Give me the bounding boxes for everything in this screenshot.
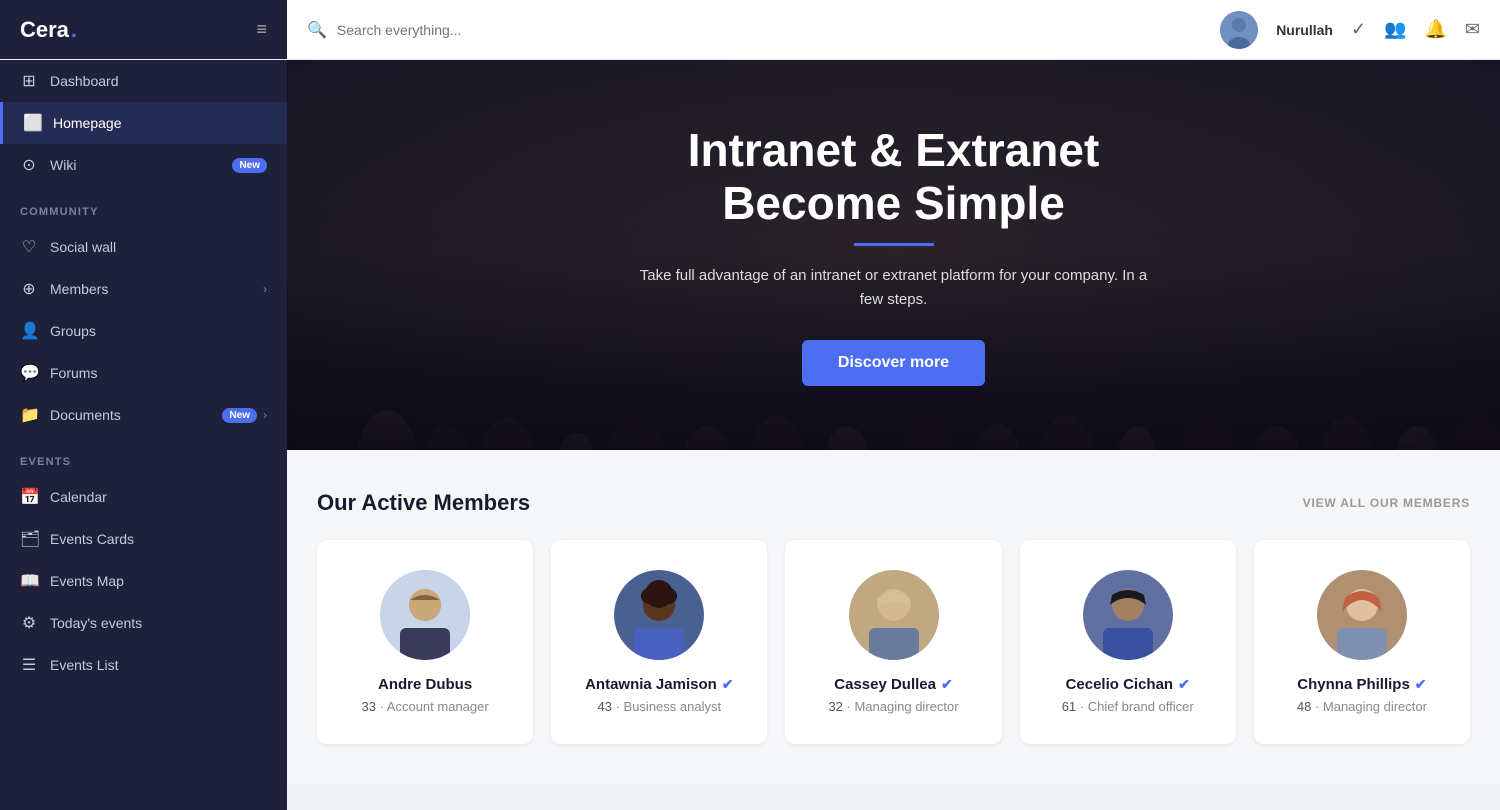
hero-title: Intranet & Extranet Become Simple bbox=[634, 124, 1154, 230]
check-icon[interactable]: ✓ bbox=[1351, 19, 1366, 40]
member-card[interactable]: Chynna Phillips ✔ 48 · Managing director bbox=[1254, 540, 1470, 744]
dashboard-icon: ⊞ bbox=[20, 71, 38, 91]
sidebar-item-wiki[interactable]: ⊙ Wiki New bbox=[0, 144, 287, 186]
avatar bbox=[1220, 11, 1258, 49]
bell-icon[interactable]: 🔔 bbox=[1424, 19, 1446, 40]
person-icon: 👤 bbox=[20, 321, 38, 341]
list-icon: ☰ bbox=[20, 655, 38, 675]
sidebar-item-label: Dashboard bbox=[50, 73, 119, 89]
sidebar-item-label: Events Cards bbox=[50, 531, 134, 547]
members-grid: Andre Dubus 33 · Account manager Antawni… bbox=[317, 540, 1470, 744]
members-section: Our Active Members VIEW ALL OUR MEMBERS … bbox=[287, 450, 1500, 784]
sidebar-item-homepage[interactable]: ⬜ Homepage bbox=[0, 102, 287, 144]
calendar-icon: 📅 bbox=[20, 487, 38, 507]
member-avatar bbox=[614, 570, 704, 660]
sidebar-item-label: Events Map bbox=[50, 573, 124, 589]
user-name: Nurullah bbox=[1276, 22, 1333, 38]
member-name: Andre Dubus bbox=[378, 676, 472, 693]
events-section-label: Events bbox=[0, 436, 287, 476]
sidebar-item-events-cards[interactable]: 🗂 Events Cards bbox=[0, 518, 287, 560]
member-card[interactable]: Antawnia Jamison ✔ 43 · Business analyst bbox=[551, 540, 767, 744]
sidebar-item-todays-events[interactable]: ⚙ Today's events bbox=[0, 602, 287, 644]
verified-icon: ✔ bbox=[722, 676, 734, 693]
sidebar-item-label: Wiki bbox=[50, 157, 76, 173]
hero-divider bbox=[854, 243, 934, 246]
sidebar-item-label: Groups bbox=[50, 323, 96, 339]
sidebar-item-dashboard[interactable]: ⊞ Dashboard bbox=[0, 60, 287, 102]
sidebar-item-social-wall[interactable]: ♡ Social wall bbox=[0, 226, 287, 268]
folder-icon: 📁 bbox=[20, 405, 38, 425]
sidebar-item-label: Homepage bbox=[53, 115, 122, 131]
hero-section: Intranet & Extranet Become Simple Take f… bbox=[287, 60, 1500, 450]
app-logo: Cera. bbox=[20, 17, 77, 43]
view-all-members-link[interactable]: VIEW ALL OUR MEMBERS bbox=[1303, 496, 1470, 510]
member-avatar bbox=[1083, 570, 1173, 660]
sidebar-item-label: Members bbox=[50, 281, 108, 297]
verified-icon: ✔ bbox=[941, 676, 953, 693]
search-icon: 🔍 bbox=[307, 20, 327, 40]
sidebar-item-events-map[interactable]: 📖 Events Map bbox=[0, 560, 287, 602]
heart-icon: ♡ bbox=[20, 237, 38, 257]
sidebar-item-calendar[interactable]: 📅 Calendar bbox=[0, 476, 287, 518]
layers-icon: 🗂 bbox=[20, 529, 38, 549]
sidebar-item-label: Today's events bbox=[50, 615, 142, 631]
mail-icon[interactable]: ✉ bbox=[1465, 19, 1480, 40]
member-meta: 48 · Managing director bbox=[1297, 699, 1427, 714]
hero-subtitle: Take full advantage of an intranet or ex… bbox=[634, 264, 1154, 312]
member-meta: 33 · Account manager bbox=[361, 699, 488, 714]
sun-icon: ⚙ bbox=[20, 613, 38, 633]
member-card[interactable]: Cassey Dullea ✔ 32 · Managing director bbox=[785, 540, 1001, 744]
member-name: Cecelio Cichan ✔ bbox=[1066, 676, 1190, 693]
map-icon: 📖 bbox=[20, 571, 38, 591]
chat-icon: 💬 bbox=[20, 363, 38, 383]
topbar-right: Nurullah ✓ 👥 🔔 ✉ bbox=[1220, 11, 1480, 49]
members-section-title: Our Active Members bbox=[317, 490, 530, 516]
sidebar-item-forums[interactable]: 💬 Forums bbox=[0, 352, 287, 394]
sidebar-item-label: Social wall bbox=[50, 239, 116, 255]
sidebar: ⊞ Dashboard ⬜ Homepage ⊙ Wiki New Commun… bbox=[0, 60, 287, 810]
wiki-badge: New bbox=[232, 158, 267, 173]
member-meta: 32 · Managing director bbox=[828, 699, 958, 714]
menu-toggle-icon[interactable]: ≡ bbox=[256, 19, 267, 40]
people-icon[interactable]: 👥 bbox=[1384, 19, 1406, 40]
sidebar-item-groups[interactable]: 👤 Groups bbox=[0, 310, 287, 352]
member-avatar bbox=[1317, 570, 1407, 660]
main-content: Intranet & Extranet Become Simple Take f… bbox=[287, 60, 1500, 810]
member-name: Cassey Dullea ✔ bbox=[834, 676, 952, 693]
sidebar-item-label: Forums bbox=[50, 365, 97, 381]
community-section-label: Community bbox=[0, 186, 287, 226]
sidebar-item-label: Calendar bbox=[50, 489, 107, 505]
verified-icon: ✔ bbox=[1178, 676, 1190, 693]
member-avatar bbox=[849, 570, 939, 660]
search-input[interactable] bbox=[337, 22, 637, 38]
chevron-right-icon: › bbox=[263, 408, 267, 422]
members-header: Our Active Members VIEW ALL OUR MEMBERS bbox=[317, 490, 1470, 516]
search-area: 🔍 bbox=[287, 20, 1220, 40]
homepage-icon: ⬜ bbox=[23, 113, 41, 133]
member-avatar bbox=[380, 570, 470, 660]
sidebar-header: Cera. ≡ bbox=[0, 0, 287, 59]
sidebar-item-documents[interactable]: 📁 Documents New › bbox=[0, 394, 287, 436]
sidebar-item-members[interactable]: ⊕ Members › bbox=[0, 268, 287, 310]
member-name: Antawnia Jamison ✔ bbox=[585, 676, 733, 693]
docs-badge-chevron: New › bbox=[222, 408, 267, 423]
chevron-right-icon: › bbox=[263, 282, 267, 296]
member-meta: 43 · Business analyst bbox=[598, 699, 722, 714]
discover-more-button[interactable]: Discover more bbox=[802, 340, 985, 386]
hero-content: Intranet & Extranet Become Simple Take f… bbox=[594, 124, 1194, 387]
member-card[interactable]: Andre Dubus 33 · Account manager bbox=[317, 540, 533, 744]
wiki-icon: ⊙ bbox=[20, 155, 38, 175]
verified-icon: ✔ bbox=[1415, 676, 1427, 693]
sidebar-item-label: Documents bbox=[50, 407, 121, 423]
sidebar-item-label: Events List bbox=[50, 657, 118, 673]
globe-icon: ⊕ bbox=[20, 279, 38, 299]
member-meta: 61 · Chief brand officer bbox=[1062, 699, 1194, 714]
member-name: Chynna Phillips ✔ bbox=[1297, 676, 1426, 693]
member-card[interactable]: Cecelio Cichan ✔ 61 · Chief brand office… bbox=[1020, 540, 1236, 744]
sidebar-item-events-list[interactable]: ☰ Events List bbox=[0, 644, 287, 686]
